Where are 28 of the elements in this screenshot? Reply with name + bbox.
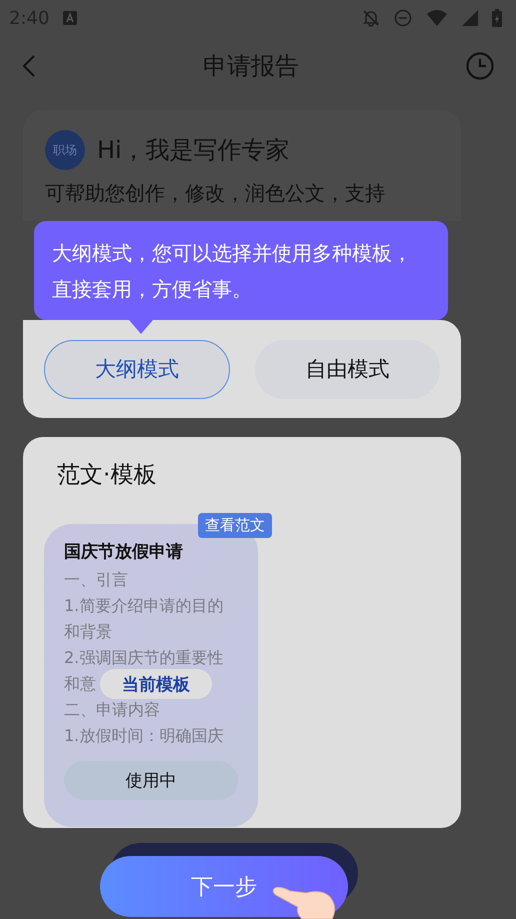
template-line: 1.简要介绍申请的目的 [64,596,224,615]
template-line: 和背景 [64,622,112,641]
signal-icon [462,10,478,26]
intro-heading: Hi，我是写作专家 [97,135,290,166]
mode-tab[interactable]: 自由模式 [254,340,440,398]
mode-tab[interactable]: 大纲模式 [44,340,230,398]
intro-text: 可帮助您创作，修改，润色公文，支持 [45,180,386,207]
template-line: 二、申请内容 [64,700,160,719]
tooltip-pointer [129,320,153,334]
keyboard-icon [63,11,78,25]
template-line: 和意 [64,674,96,693]
template-line: 一、引言 [64,570,128,589]
view-sample-link[interactable]: 查看范文 [198,513,272,538]
clock-icon[interactable] [466,52,494,80]
in-use-button[interactable]: 使用中 [64,761,238,800]
template-line: 2.强调国庆节的重要性 [64,648,224,667]
pointing-hand-icon [272,885,338,919]
section-title: 范文·模板 [57,461,158,490]
avatar: 职场 [45,130,85,170]
do-not-disturb-icon [394,9,412,27]
current-template-label: 当前模板 [100,669,212,699]
battery-icon [492,9,502,27]
template-title: 国庆节放假申请 [64,541,184,563]
template-line: 1.放假时间：明确国庆 [64,726,224,745]
back-icon[interactable] [22,54,36,78]
next-button[interactable]: 下一步 [100,856,348,917]
wifi-icon [426,9,448,27]
bell-off-icon [362,9,380,27]
